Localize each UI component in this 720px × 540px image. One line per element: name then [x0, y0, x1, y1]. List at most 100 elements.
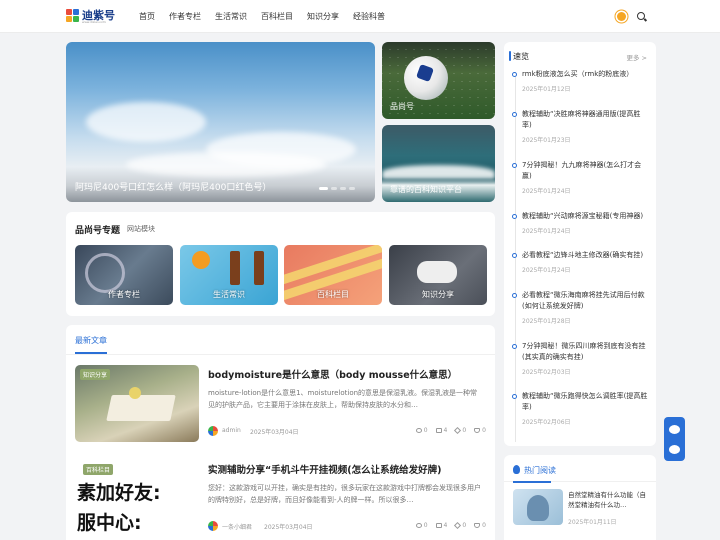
more-link[interactable]: 更多 > [626, 52, 647, 62]
hot-reading-panel: 热门阅读 自然堂精油有什么功能（自然堂精油有什么功… 2025年01月11日 [504, 455, 656, 540]
slider-dot[interactable] [349, 187, 355, 190]
topic-tile-label: 百科栏目 [317, 290, 349, 299]
news-title[interactable]: rmk粉底液怎么买（rmk的粉底液） [522, 69, 650, 80]
thumbnail-text-2: 服中心: [77, 512, 142, 534]
theme-toggle-sun-icon[interactable] [617, 12, 626, 21]
news-title[interactable]: 必看教程“边锋斗地主修改器(确实有挂) [522, 250, 650, 261]
tab-latest[interactable]: 最新文章 [75, 335, 107, 346]
comment-count: 4 [443, 427, 448, 434]
news-item[interactable]: 7分钟揭秘！微乐四川麻将到底有没有挂(其实真的确实有挂) 2025年02月03日 [512, 341, 650, 376]
topics-title: 品尚号专题 [75, 226, 121, 236]
news-title[interactable]: 教程辅助“决胜麻将神器通用版(提高胜率) [522, 109, 650, 131]
article-title[interactable]: bodymoisture是什么意思（body mousse什么意思） [208, 367, 488, 381]
news-title[interactable]: 7分钟揭秘！微乐四川麻将到底有没有挂(其实真的确实有挂) [522, 341, 650, 363]
wechat-icon[interactable] [669, 445, 680, 454]
view-count: 0 [423, 522, 428, 529]
news-item[interactable]: 教程辅助“兴动麻将源宝秘籍(专用神器) 2025年01月24日 [512, 211, 650, 235]
like-count: 0 [482, 522, 486, 529]
topic-tile-label: 知识分享 [422, 290, 454, 299]
topic-tile-life[interactable]: 生活常识 [180, 245, 278, 305]
news-item[interactable]: 7分钟揭秘！九九麻将神器(怎么打才会赢) 2025年01月24日 [512, 160, 650, 195]
news-item[interactable]: 教程辅助“微乐跑得快怎么调胜率(提高胜率) 2025年02月06日 [512, 391, 650, 426]
article-excerpt: 您好：这款游戏可以开挂，确实是有挂的，很多玩家在这款游戏中打牌都会发现很多用户的… [208, 484, 481, 504]
quick-news-panel: 速览 更多 > rmk粉底液怎么买（rmk的粉底液） 2025年01月12日 教程… [504, 42, 656, 446]
news-date: 2025年01月24日 [522, 228, 571, 235]
article-meta: admin 2025年03月04日 0 4 0 0 [208, 426, 488, 436]
topic-tile-encyclopedia[interactable]: 百科栏目 [284, 245, 382, 305]
post-date: 2025年03月04日 [264, 524, 313, 531]
slider-dots[interactable] [319, 187, 355, 190]
hero-side1-caption: 品尚号 [390, 102, 414, 111]
nav-knowledge-share[interactable]: 知识分享 [300, 0, 346, 33]
comment-icon [435, 523, 442, 528]
hot-article-title[interactable]: 自然堂精油有什么功能（自然堂精油有什么功… [568, 490, 648, 510]
news-date: 2025年01月28日 [522, 318, 571, 325]
article-title[interactable]: 实测辅助分享“手机斗牛开挂视频(怎么让系统给发好牌) [208, 462, 488, 476]
latest-articles-panel: 最新文章 知识分享 bodymoisture是什么意思（body mousse什… [66, 325, 495, 540]
hero-side-card-1[interactable]: 品尚号 [382, 42, 495, 119]
hero-slide-main[interactable]: 阿玛尼400号口红怎么样（阿玛尼400口红色号） [66, 42, 375, 202]
thumbs-up-icon [474, 428, 481, 433]
news-date: 2025年02月03日 [522, 369, 571, 376]
news-date: 2025年01月12日 [522, 86, 571, 93]
news-date: 2025年01月23日 [522, 137, 571, 144]
slider-dot[interactable] [340, 187, 346, 190]
news-title[interactable]: 7分钟揭秘！九九麻将神器(怎么打才会赢) [522, 160, 650, 182]
floating-contact-bar [664, 417, 685, 461]
site-header: 迪紫号 www.diziwu.info 首页 作者专栏 生活常识 百科栏目 知识… [0, 0, 720, 33]
article-thumbnail[interactable]: 知识分享 [75, 365, 199, 442]
post-date: 2025年03月04日 [250, 429, 299, 436]
category-badge[interactable]: 知识分享 [80, 369, 111, 380]
news-date: 2025年01月24日 [522, 188, 571, 195]
like-count: 0 [482, 427, 486, 434]
topics-panel: 品尚号专题 网站模块 作者专栏 生活常识 百科栏目 知识分享 [66, 212, 495, 316]
avatar[interactable] [208, 426, 218, 436]
nav-author-column[interactable]: 作者专栏 [162, 0, 208, 33]
news-item[interactable]: 必看教程“微乐海南麻将挂先试用后付款(如何让系统发好牌) 2025年01月28日 [512, 290, 650, 325]
nav-life-tips[interactable]: 生活常识 [208, 0, 254, 33]
news-title[interactable]: 教程辅助“微乐跑得快怎么调胜率(提高胜率) [522, 391, 650, 413]
news-item[interactable]: 必看教程“边锋斗地主修改器(确实有挂) 2025年01月24日 [512, 250, 650, 274]
article-thumbnail[interactable]: 素加好友: 服中心: 百科栏目 [75, 460, 199, 537]
news-item[interactable]: 教程辅助“决胜麻将神器通用版(提高胜率) 2025年01月23日 [512, 109, 650, 144]
news-title[interactable]: 教程辅助“兴动麻将源宝秘籍(专用神器) [522, 211, 650, 222]
hero-side2-caption: 靠谱的百科知识平台 [390, 185, 462, 194]
star-count: 0 [462, 427, 467, 434]
category-badge[interactable]: 百科栏目 [83, 464, 114, 475]
search-icon[interactable] [637, 12, 645, 20]
article-item[interactable]: 知识分享 bodymoisture是什么意思（body mousse什么意思） … [75, 365, 487, 445]
topic-tile-label: 作者专栏 [108, 290, 140, 299]
nav-home[interactable]: 首页 [132, 0, 162, 33]
chat-icon[interactable] [669, 425, 680, 434]
soccer-ball-image [404, 56, 448, 100]
fire-icon [513, 465, 520, 474]
comment-icon [435, 428, 442, 433]
avatar[interactable] [208, 521, 218, 531]
topic-tile-knowledge[interactable]: 知识分享 [389, 245, 487, 305]
site-logo[interactable]: 迪紫号 www.diziwu.info [66, 7, 116, 27]
topic-tile-author[interactable]: 作者专栏 [75, 245, 173, 305]
hot-article-date: 2025年01月11日 [568, 519, 617, 526]
eye-icon [415, 523, 422, 528]
article-meta: 一条小细君 2025年03月04日 0 4 0 0 [208, 521, 488, 531]
quick-news-title: 速览 [513, 52, 529, 61]
news-date: 2025年02月06日 [522, 419, 571, 426]
slider-dot[interactable] [331, 187, 337, 190]
author-name[interactable]: 一条小细君 [222, 522, 252, 531]
nav-encyclopedia[interactable]: 百科栏目 [254, 0, 300, 33]
star-icon [454, 426, 462, 435]
slider-dot-active[interactable] [319, 187, 328, 190]
hero-side-card-2[interactable]: 靠谱的百科知识平台 [382, 125, 495, 202]
view-count: 0 [423, 427, 428, 434]
topic-tile-label: 生活常识 [213, 290, 245, 299]
hot-article-thumbnail[interactable] [513, 489, 563, 525]
article-excerpt: moisture-lotion是什么意思1、moisturelotion的意思是… [208, 389, 478, 409]
article-item[interactable]: 素加好友: 服中心: 百科栏目 实测辅助分享“手机斗牛开挂视频(怎么让系统给发好… [75, 460, 487, 540]
star-count: 0 [462, 522, 467, 529]
news-item[interactable]: rmk粉底液怎么买（rmk的粉底液） 2025年01月12日 [512, 69, 650, 93]
topics-subtitle: 网站模块 [127, 225, 155, 233]
nav-experience[interactable]: 经验科普 [346, 0, 392, 33]
news-title[interactable]: 必看教程“微乐海南麻将挂先试用后付款(如何让系统发好牌) [522, 290, 650, 312]
author-name[interactable]: admin [222, 427, 241, 434]
thumbnail-text-1: 素加好友: [77, 482, 161, 504]
